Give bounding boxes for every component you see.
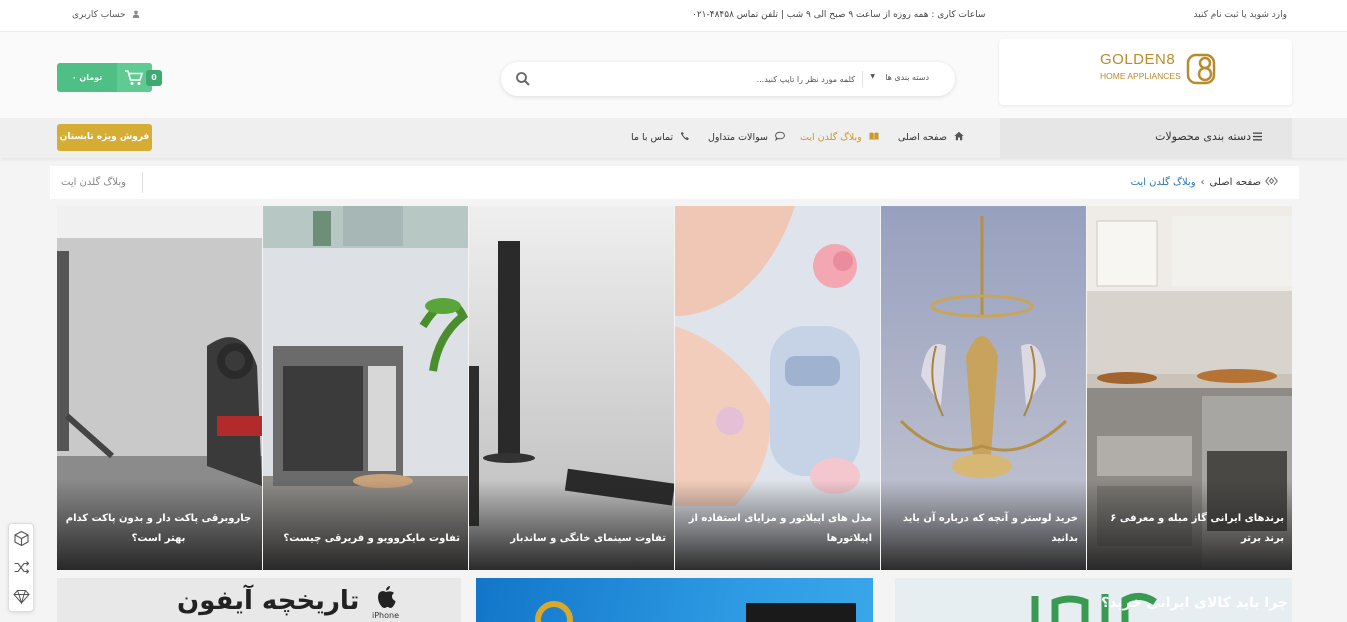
search-icon[interactable] (515, 71, 531, 87)
nav-item-home[interactable]: صفحه اصلی (898, 131, 964, 143)
floating-tools (8, 523, 34, 612)
iphone-history-banner[interactable]: تاریخچه آیفون iPhone (57, 578, 461, 622)
chevron-down-icon: ▼ (870, 73, 875, 80)
working-hours-text: ساعات کاری : همه روزه از ساعت ۹ صبح الی … (692, 10, 986, 20)
nav-item-faq[interactable]: سوالات متداول (708, 131, 785, 143)
summer-sale-button[interactable]: فروش ویژه تابستان (57, 124, 152, 151)
chat-icon (775, 131, 785, 141)
blog-post-title[interactable]: تفاوت سینمای خانگی و ساندبار (475, 529, 666, 549)
shuffle-compare-icon[interactable] (13, 559, 30, 576)
menu-icon (1253, 132, 1262, 141)
nav-item-contact[interactable]: تماس با ما (631, 131, 690, 143)
nav-item-blog[interactable]: وبلاگ گلدن ایت (800, 131, 879, 143)
cart-total: ۰ تومان (71, 73, 103, 82)
nav-item-label: سوالات متداول (708, 132, 768, 143)
search-bar: دسته بندی ها ▼ (501, 62, 955, 96)
search-category-select[interactable]: دسته بندی ها (885, 73, 929, 82)
blog-post-card[interactable]: جاروبرقی پاکت دار و بدون پاکت کدام بهتر … (57, 206, 262, 570)
card-overlay (469, 480, 674, 570)
banner-title: چرا باید کالای ایرانی خرید؟ (1101, 595, 1288, 611)
categories-menu-button[interactable]: دسته بندی محصولات (1000, 118, 1292, 158)
diamond-icon[interactable] (13, 588, 30, 605)
shopping-cart-icon (125, 70, 144, 85)
site-header: GOLDEN8 HOME APPLIANCES دسته بندی ها ▼ ۰… (0, 32, 1347, 118)
breadcrumb-current[interactable]: وبلاگ گلدن ایت (1131, 177, 1196, 188)
top-bar: وارد شوید یا ثبت نام کنید ساعات کاری : ه… (0, 0, 1347, 32)
book-icon (869, 132, 879, 140)
categories-label: دسته بندی محصولات (1155, 130, 1251, 143)
blog-post-title[interactable]: تفاوت مایکروویو و فریرقی چیست؟ (269, 529, 460, 549)
blog-post-card[interactable]: تفاوت مایکروویو و فریرقی چیست؟ (263, 206, 468, 570)
user-icon (133, 10, 140, 18)
blog-post-title[interactable]: جاروبرقی پاکت دار و بدون پاکت کدام بهتر … (63, 509, 254, 549)
search-input[interactable] (655, 70, 855, 88)
golden8-logo-icon (535, 601, 573, 622)
card-overlay (263, 480, 468, 570)
site-logo[interactable]: GOLDEN8 HOME APPLIANCES (999, 39, 1292, 105)
nav-item-label: تماس با ما (631, 132, 674, 143)
blog-post-card[interactable]: برندهای ایرانی گاز مبله و معرفی ۶ برند ب… (1087, 206, 1292, 570)
banner-title: تاریخچه آیفون (177, 586, 360, 616)
account-label: حساب کاربری (72, 10, 126, 20)
breadcrumb: وبلاگ گلدن ایت صفحه اصلی › وبلاگ گلدن ایت (50, 166, 1299, 199)
blog-post-card[interactable]: مدل های اپیلاتور و مزایای استفاده از اپی… (675, 206, 880, 570)
divider (142, 172, 143, 193)
home-icon (954, 131, 964, 141)
blog-post-title[interactable]: مدل های اپیلاتور و مزایای استفاده از اپی… (681, 509, 872, 549)
blog-post-title[interactable]: برندهای ایرانی گاز مبله و معرفی ۶ برند ب… (1093, 509, 1284, 549)
apple-logo-icon (378, 586, 396, 608)
blue-promo-banner[interactable] (476, 578, 873, 622)
user-account-link[interactable]: حساب کاربری (72, 10, 140, 20)
golden8-logo-icon (1186, 53, 1216, 85)
blog-post-title[interactable]: خرید لوستر و آنچه که درباره آن باید بدان… (887, 509, 1078, 549)
blog-post-card[interactable]: تفاوت سینمای خانگی و ساندبار (469, 206, 674, 570)
cart-button[interactable]: ۰ تومان 0 (57, 63, 162, 92)
phone-icon (681, 131, 690, 141)
breadcrumb-trail: صفحه اصلی › وبلاگ گلدن ایت (1131, 176, 1278, 188)
login-register-link[interactable]: وارد شوید یا ثبت نام کنید (1194, 10, 1288, 20)
breadcrumb-home-link[interactable]: صفحه اصلی (1210, 177, 1261, 188)
nav-item-label: صفحه اصلی (898, 132, 947, 143)
iphone-label: iPhone (372, 611, 400, 620)
breadcrumb-home-icon (1265, 176, 1278, 186)
device-image (746, 603, 856, 622)
chevron-left-icon: › (1200, 177, 1205, 188)
cube-icon[interactable] (13, 530, 30, 547)
logo-subtitle: HOME APPLIANCES (1100, 71, 1181, 81)
logo-name: GOLDEN8 (1100, 51, 1176, 68)
nav-item-label: وبلاگ گلدن ایت (800, 132, 862, 143)
search-divider (862, 71, 863, 87)
cart-count-badge: 0 (146, 70, 162, 86)
blog-post-card[interactable]: خرید لوستر و آنچه که درباره آن باید بدان… (881, 206, 1086, 570)
iranian-goods-banner[interactable]: چرا باید کالای ایرانی خرید؟ (895, 578, 1292, 622)
blog-post-grid: برندهای ایرانی گاز مبله و معرفی ۶ برند ب… (57, 206, 1292, 570)
main-nav: دسته بندی محصولات صفحه اصلی وبلاگ گلدن ا… (0, 118, 1347, 158)
page-title: وبلاگ گلدن ایت (61, 177, 126, 188)
